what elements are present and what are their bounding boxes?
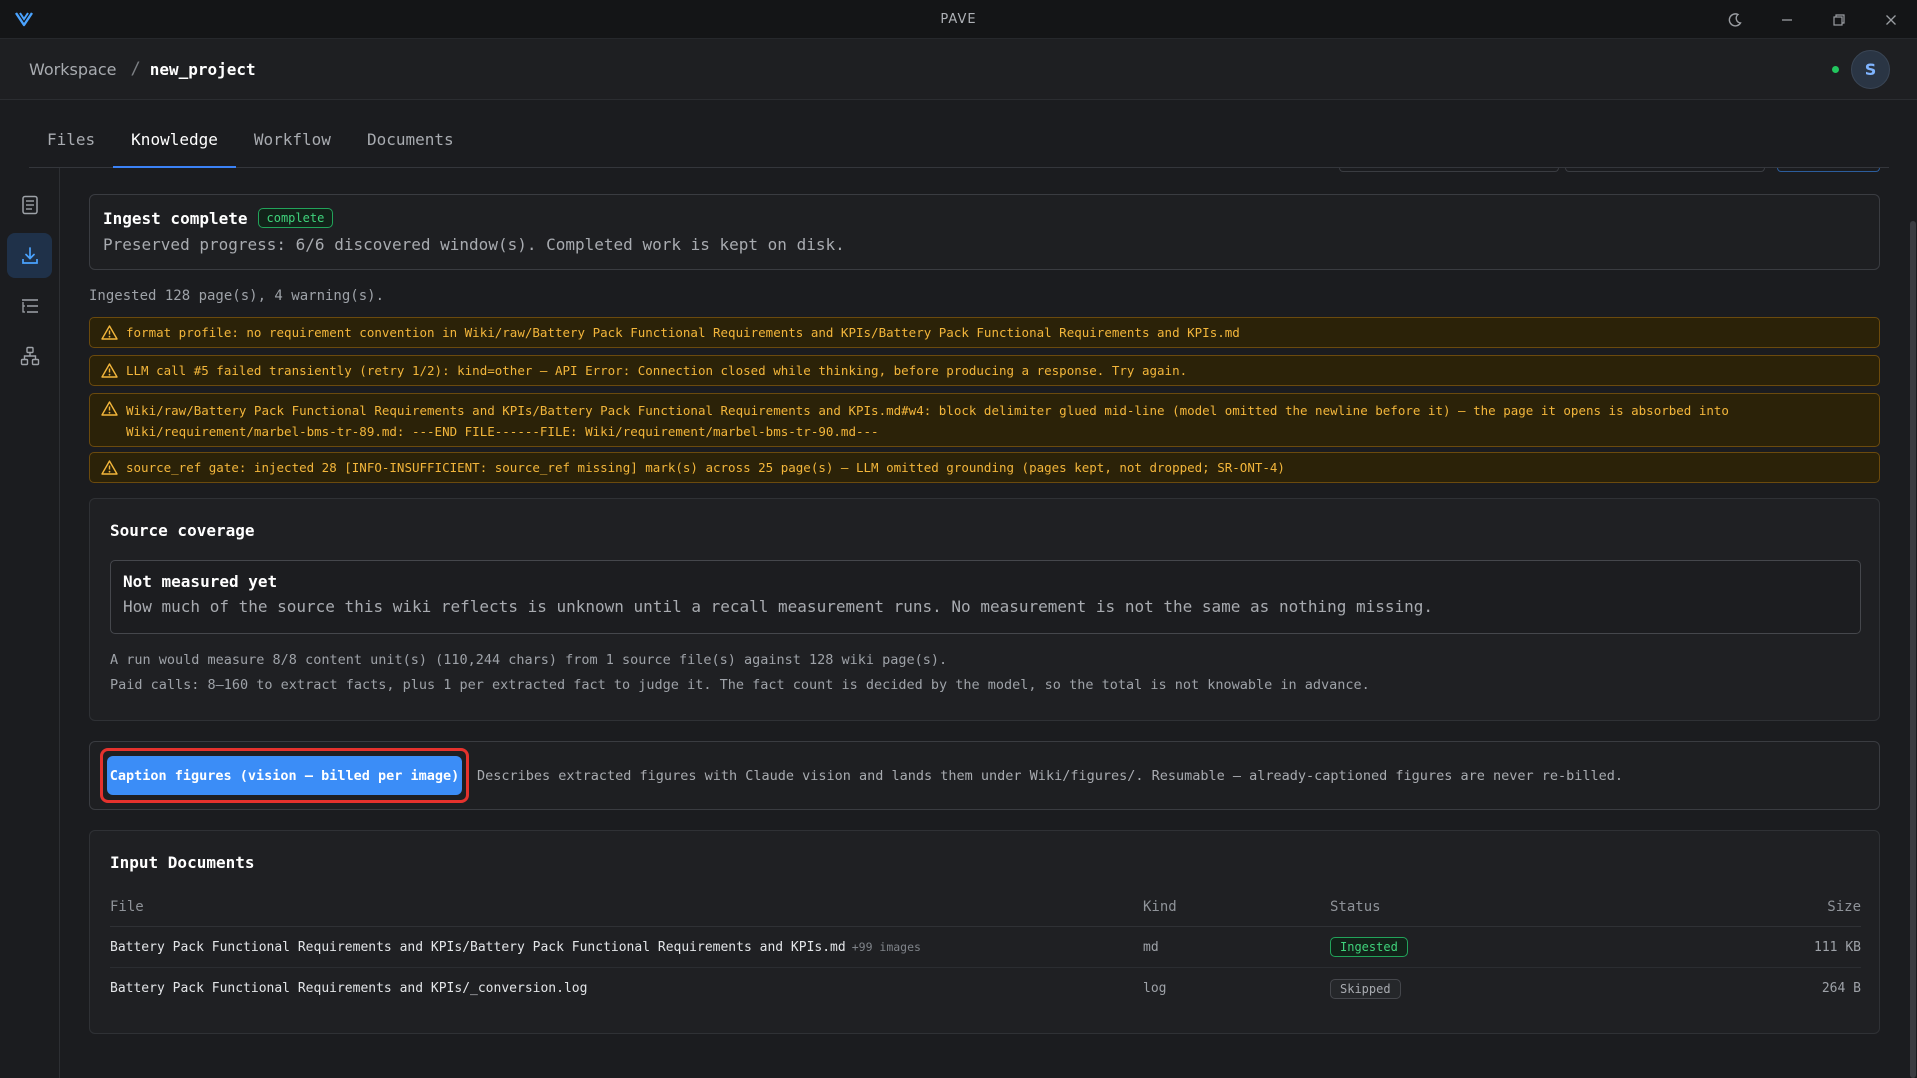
- breadcrumb-project: new_project: [149, 59, 256, 79]
- caption-figures-button[interactable]: Caption figures (vision — billed per ima…: [107, 756, 462, 795]
- file-name: Battery Pack Functional Requirements and…: [110, 939, 846, 955]
- title-bar: PAVE: [0, 0, 1917, 39]
- rail-item-ingest[interactable]: [7, 233, 52, 278]
- knowledge-panel: Ingest complete complete Preserved progr…: [89, 168, 1880, 1078]
- rail-item-graph[interactable]: [7, 333, 52, 378]
- caption-description: Describes extracted figures with Claude …: [477, 767, 1624, 784]
- breadcrumb-separator: /: [130, 59, 141, 79]
- moon-icon: [1728, 12, 1742, 27]
- warning-text: LLM call #5 failed transiently (retry 1/…: [126, 363, 1188, 378]
- file-kind: md: [1143, 939, 1159, 955]
- table-row[interactable]: Battery Pack Functional Requirements and…: [110, 968, 1861, 1009]
- warning-text: format profile: no requirement conventio…: [126, 325, 1240, 340]
- column-header-kind[interactable]: Kind: [1143, 899, 1330, 926]
- partial-control: [1777, 168, 1880, 172]
- partial-control: [1565, 168, 1765, 172]
- app-logo-icon: [15, 12, 33, 27]
- close-button[interactable]: [1865, 0, 1917, 39]
- workspace-header: Workspace / new_project S: [0, 39, 1917, 100]
- document-icon: [21, 195, 38, 214]
- warning-icon: [101, 460, 118, 475]
- window-controls: [1709, 0, 1917, 39]
- status-badge: complete: [257, 208, 334, 228]
- tab-workflow[interactable]: Workflow: [236, 117, 349, 168]
- file-kind: log: [1143, 981, 1167, 996]
- file-name: Battery Pack Functional Requirements and…: [110, 981, 588, 996]
- minimize-icon: [1782, 18, 1792, 21]
- warning-text: source_ref gate: injected 28 [INFO-INSUF…: [126, 460, 1285, 475]
- coverage-status-box: Not measured yet How much of the source …: [110, 560, 1861, 634]
- ingest-title: Ingest complete: [103, 208, 248, 228]
- warning-item: format profile: no requirement conventio…: [89, 317, 1880, 348]
- rail-item-outline[interactable]: [7, 283, 52, 328]
- coverage-status-title: Not measured yet: [123, 572, 278, 591]
- ingest-summary: Ingested 128 page(s), 4 warning(s).: [89, 288, 385, 304]
- column-header-status[interactable]: Status: [1330, 899, 1720, 926]
- hierarchy-icon: [20, 346, 39, 365]
- column-header-size[interactable]: Size: [1720, 899, 1861, 926]
- maximize-button[interactable]: [1813, 0, 1865, 39]
- source-coverage-section: Source coverage Not measured yet How muc…: [89, 498, 1880, 721]
- caption-figures-card: Caption figures (vision — billed per ima…: [89, 741, 1880, 810]
- main-tabs: Files Knowledge Workflow Documents: [29, 117, 1889, 168]
- ingest-description: Preserved progress: 6/6 discovered windo…: [103, 235, 845, 254]
- tab-documents[interactable]: Documents: [349, 117, 472, 168]
- warning-icon: [101, 401, 118, 416]
- tab-knowledge[interactable]: Knowledge: [113, 117, 236, 168]
- restore-icon: [1833, 13, 1845, 26]
- file-size: 264 B: [1821, 981, 1861, 996]
- vertical-scrollbar[interactable]: [1909, 221, 1917, 1078]
- partial-control: [1339, 168, 1559, 172]
- section-title: Source coverage: [110, 521, 255, 540]
- online-status-dot: [1832, 66, 1839, 73]
- image-count: +99 images: [851, 939, 921, 954]
- warning-item: LLM call #5 failed transiently (retry 1/…: [89, 355, 1880, 386]
- theme-toggle-button[interactable]: [1709, 0, 1761, 39]
- ingest-status-card: Ingest complete complete Preserved progr…: [89, 194, 1880, 270]
- user-avatar[interactable]: S: [1851, 50, 1890, 89]
- warning-item: source_ref gate: injected 28 [INFO-INSUF…: [89, 452, 1880, 483]
- minimize-button[interactable]: [1761, 0, 1813, 39]
- breadcrumb-workspace[interactable]: Workspace: [29, 60, 116, 79]
- scrollbar-thumb[interactable]: [1910, 221, 1916, 1078]
- download-icon: [21, 246, 38, 264]
- warning-item: Wiki/raw/Battery Pack Functional Require…: [89, 393, 1880, 447]
- column-header-file[interactable]: File: [110, 899, 1143, 926]
- list-icon: [21, 298, 38, 313]
- warning-text: Wiki/raw/Battery Pack Functional Require…: [126, 403, 1729, 439]
- status-badge: Skipped: [1330, 978, 1401, 999]
- warning-icon: [101, 363, 118, 378]
- table-header: File Kind Status Size: [110, 899, 1861, 927]
- tab-files[interactable]: Files: [29, 117, 113, 168]
- section-title: Input Documents: [110, 853, 255, 872]
- rail-item-pages[interactable]: [7, 182, 52, 227]
- file-size: 111 KB: [1814, 939, 1861, 955]
- left-rail: [0, 168, 60, 1078]
- coverage-status-description: How much of the source this wiki reflect…: [123, 597, 1434, 616]
- window-title: PAVE: [940, 11, 977, 27]
- status-badge: Ingested: [1330, 937, 1408, 957]
- highlight-ring: Caption figures (vision — billed per ima…: [100, 748, 469, 803]
- close-icon: [1886, 14, 1896, 25]
- table-row[interactable]: Battery Pack Functional Requirements and…: [110, 927, 1861, 968]
- coverage-note: Paid calls: 8–160 to extract facts, plus…: [110, 677, 1370, 693]
- coverage-note: A run would measure 8/8 content unit(s) …: [110, 652, 948, 668]
- documents-table: File Kind Status Size Battery Pack Funct…: [110, 899, 1861, 1009]
- warning-icon: [101, 325, 118, 340]
- input-documents-section: Input Documents File Kind Status Size Ba…: [89, 830, 1880, 1034]
